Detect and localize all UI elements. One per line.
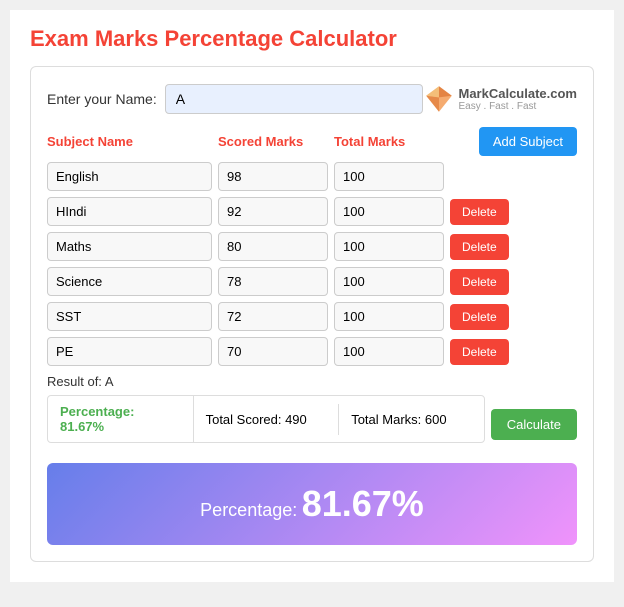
calculator-card: Enter your Name: MarkCalculate.com Easy … — [30, 66, 594, 562]
scored-marks-input[interactable] — [218, 162, 328, 191]
delete-button[interactable]: Delete — [450, 234, 509, 260]
name-section: Enter your Name: MarkCalculate.com Easy … — [47, 83, 577, 115]
percentage-cell: Percentage: 81.67% — [48, 396, 194, 442]
result-name: A — [105, 374, 114, 389]
scored-marks-input[interactable] — [218, 302, 328, 331]
calculate-button[interactable]: Calculate — [491, 409, 577, 440]
delete-button[interactable]: Delete — [450, 304, 509, 330]
total-marks-input[interactable] — [334, 162, 444, 191]
total-marks-input[interactable] — [334, 232, 444, 261]
logo-main-text: MarkCalculate.com — [459, 86, 578, 101]
summary-row: Percentage: 81.67% Total Scored: 490 Tot… — [47, 395, 485, 443]
logo-sub-text: Easy . Fast . Fast — [459, 101, 578, 112]
table-row: Delete — [47, 267, 577, 296]
scored-marks-input[interactable] — [218, 232, 328, 261]
delete-button[interactable]: Delete — [450, 339, 509, 365]
table-row: Delete — [47, 302, 577, 331]
subjects-container: Delete Delete Delete Delete Delete — [47, 162, 577, 366]
table-row: Delete — [47, 197, 577, 226]
result-banner: Percentage: 81.67% — [47, 463, 577, 545]
total-marks-input[interactable] — [334, 197, 444, 226]
banner-value: 81.67% — [302, 483, 424, 524]
logo-area: MarkCalculate.com Easy . Fast . Fast — [423, 83, 578, 115]
table-row: Delete — [47, 232, 577, 261]
name-label: Enter your Name: — [47, 91, 157, 107]
subject-name-input[interactable] — [47, 232, 212, 261]
table-row — [47, 162, 577, 191]
scored-marks-input[interactable] — [218, 337, 328, 366]
subject-name-input[interactable] — [47, 302, 212, 331]
subject-name-input[interactable] — [47, 337, 212, 366]
delete-button[interactable]: Delete — [450, 199, 509, 225]
logo-icon — [423, 83, 455, 115]
table-header: Subject Name Scored Marks Total Marks Ad… — [47, 127, 577, 156]
subject-name-input[interactable] — [47, 197, 212, 226]
total-marks-input[interactable] — [334, 337, 444, 366]
col-scored-header: Scored Marks — [218, 134, 328, 149]
scored-marks-input[interactable] — [218, 197, 328, 226]
banner-prefix: Percentage: — [200, 500, 297, 520]
subject-name-input[interactable] — [47, 267, 212, 296]
logo-textblock: MarkCalculate.com Easy . Fast . Fast — [459, 86, 578, 112]
total-scored-cell: Total Scored: 490 — [194, 404, 340, 435]
total-marks-cell: Total Marks: 600 — [339, 404, 484, 435]
add-subject-button[interactable]: Add Subject — [479, 127, 577, 156]
total-marks-input[interactable] — [334, 267, 444, 296]
col-total-header: Total Marks — [334, 134, 444, 149]
name-label-group: Enter your Name: — [47, 84, 423, 114]
name-input[interactable] — [165, 84, 423, 114]
delete-button[interactable]: Delete — [450, 269, 509, 295]
subject-name-input[interactable] — [47, 162, 212, 191]
page-title: Exam Marks Percentage Calculator — [30, 26, 594, 52]
total-marks-input[interactable] — [334, 302, 444, 331]
result-of-label: Result of: A — [47, 374, 577, 389]
table-row: Delete — [47, 337, 577, 366]
scored-marks-input[interactable] — [218, 267, 328, 296]
col-subject-header: Subject Name — [47, 134, 212, 149]
